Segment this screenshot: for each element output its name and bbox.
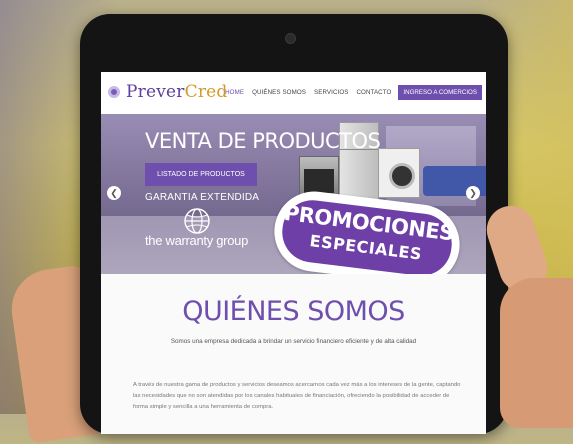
nav-quienes-somos[interactable]: QUIÉNES SOMOS [248,85,310,100]
nav-servicios[interactable]: SERVICIOS [310,85,352,100]
about-section: QUIÉNES SOMOS Somos una empresa dedicada… [101,274,486,434]
nav-ingreso-comercios-button[interactable]: INGRESO A COMERCIOS [398,85,482,100]
nav-contacto[interactable]: CONTACTO [352,85,395,100]
warranty-globe-icon [184,208,210,234]
hero-slider: VENTA DE PRODUCTOS LISTADO DE PRODUCTOS … [101,114,486,274]
logo-text-part1: Prever [126,82,185,102]
logo-text: PreverCred [126,82,228,102]
product-list-button[interactable]: LISTADO DE PRODUCTOS [145,163,257,186]
tablet-screen: PreverCred HOME QUIÉNES SOMOS SERVICIOS … [101,72,486,434]
right-hand [500,278,573,428]
warranty-partner-name: the warranty group [145,233,248,248]
hero-subtitle: GARANTIA EXTENDIDA [145,192,260,203]
front-camera [285,33,296,44]
chevron-left-icon[interactable]: ❮ [107,186,121,200]
about-body: A través de nuestra gama de productos y … [133,382,461,410]
hero-title: VENTA DE PRODUCTOS [145,129,381,153]
logo-mark-icon [108,86,120,98]
chevron-right-icon[interactable]: ❯ [466,186,480,200]
oven-door [304,169,334,193]
nav-home[interactable]: HOME [221,85,248,100]
main-nav: HOME QUIÉNES SOMOS SERVICIOS CONTACTO IN… [221,85,482,100]
site-logo[interactable]: PreverCred [108,82,228,102]
washer-door [389,163,415,189]
washing-machine-image [378,148,420,198]
site-header: PreverCred HOME QUIÉNES SOMOS SERVICIOS … [101,72,486,114]
about-title: QUIÉNES SOMOS [182,296,405,327]
tablet-device: PreverCred HOME QUIÉNES SOMOS SERVICIOS … [80,14,508,434]
about-subtitle: Somos una empresa dedicada a brindar un … [170,338,417,345]
